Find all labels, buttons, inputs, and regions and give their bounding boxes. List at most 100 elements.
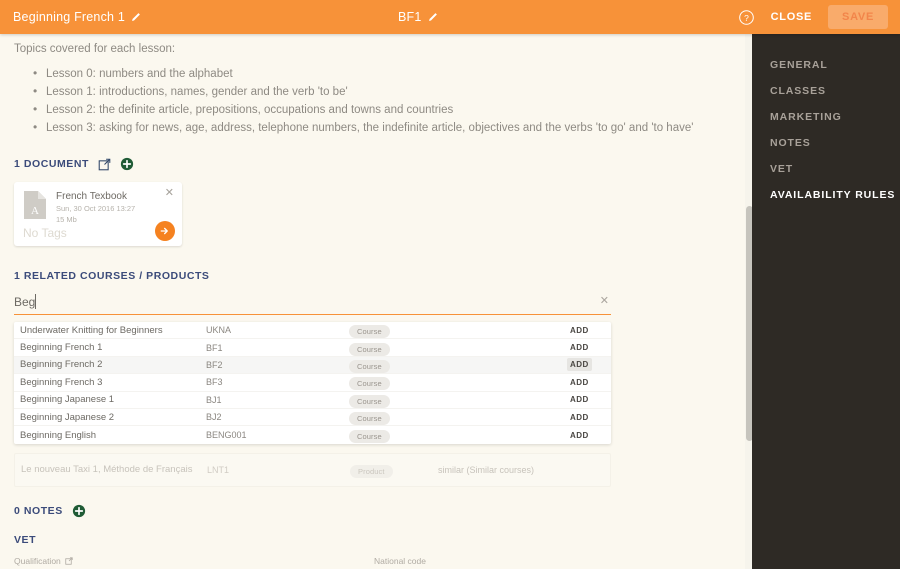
qualification-label-row: Qualification: [14, 556, 364, 566]
result-type: Course: [349, 426, 479, 444]
result-code: BJ2: [206, 412, 222, 423]
qualification-label: Qualification: [14, 555, 61, 566]
national-code-label: National code: [374, 555, 426, 566]
table-row[interactable]: Beginning French 3 BF3 Course ADD: [14, 373, 611, 392]
svg-text:A: A: [31, 205, 39, 217]
result-code: BJ1: [206, 394, 222, 405]
svg-text:?: ?: [744, 12, 749, 22]
result-code: BF3: [206, 377, 223, 388]
result-code: BF2: [206, 359, 223, 370]
document-date: Sun, 30 Oct 2016 13:27: [56, 204, 136, 213]
related-heading: 1 RELATED COURSES / PRODUCTS: [14, 270, 210, 282]
list-item: Lesson 2: the definite article, preposit…: [33, 100, 731, 119]
document-tags-placeholder[interactable]: No Tags: [23, 226, 67, 240]
sidebar-item-availability-rules[interactable]: AVAILABILITY RULES: [752, 182, 900, 208]
course-title-group[interactable]: Beginning French 1: [13, 10, 141, 24]
add-button[interactable]: ADD: [567, 413, 611, 422]
external-link-icon[interactable]: [65, 557, 73, 565]
document-meta: French Texbook Sun, 30 Oct 2016 13:27 15…: [56, 190, 135, 225]
table-row[interactable]: Underwater Knitting for Beginners UKNA C…: [14, 322, 611, 340]
status-badge: Course: [349, 394, 390, 408]
result-name: Beginning Japanese 2: [20, 411, 115, 423]
description-intro: Topics covered for each lesson:: [14, 43, 176, 55]
related-existing-type: Product: [350, 461, 438, 479]
status-badge: Product: [350, 464, 393, 478]
status-badge: Course: [349, 377, 390, 391]
edit-pencil-icon[interactable]: [427, 12, 438, 23]
share-arrow-icon[interactable]: [155, 221, 175, 241]
sidebar-item-vet[interactable]: VET: [752, 156, 900, 182]
table-row[interactable]: Beginning French 1 BF1 Course ADD: [14, 339, 611, 357]
plus-circle-icon[interactable]: [120, 157, 134, 171]
document-card[interactable]: A French Texbook Sun, 30 Oct 2016 13:27 …: [14, 182, 182, 246]
window-header: Beginning French 1 BF1 ? CLOSE SAVE: [0, 0, 900, 34]
result-name: Beginning Japanese 1: [20, 394, 115, 406]
document-card-body: A French Texbook Sun, 30 Oct 2016 13:27 …: [14, 182, 182, 225]
clear-search-icon[interactable]: ✕: [600, 294, 609, 307]
vet-left-column: Qualification No value: [14, 556, 364, 569]
main-scroll-pane: Topics covered for each lesson: Lesson 0…: [0, 34, 745, 569]
status-badge: Course: [349, 430, 390, 444]
pdf-file-icon: A: [23, 190, 47, 220]
add-button[interactable]: ADD: [567, 378, 611, 387]
notes-heading: 0 NOTES: [14, 504, 63, 517]
result-name: Beginning French 3: [20, 376, 103, 388]
sidebar-item-general[interactable]: GENERAL: [752, 52, 900, 78]
documents-section-header: 1 DOCUMENT: [14, 157, 731, 171]
vet-fields: Qualification No value: [14, 556, 611, 569]
list-item: Lesson 3: asking for news, age, address,…: [33, 118, 731, 137]
plus-circle-icon[interactable]: [72, 504, 86, 518]
result-type: Course: [349, 373, 479, 391]
text-caret: [35, 294, 36, 309]
course-title: Beginning French 1: [13, 10, 126, 24]
qualification-field: Qualification No value: [14, 556, 364, 569]
table-row[interactable]: Beginning English BENG001 Course ADD: [14, 426, 611, 444]
status-badge: Course: [349, 325, 390, 339]
result-code: BENG001: [206, 430, 247, 441]
table-row[interactable]: Beginning Japanese 2 BJ2 Course ADD: [14, 409, 611, 427]
result-name: Underwater Knitting for Beginners: [20, 324, 163, 336]
document-size: 15 Mb: [56, 215, 77, 224]
add-button[interactable]: ADD: [567, 326, 611, 335]
related-existing-relation: similar (Similar courses): [438, 464, 535, 475]
add-button[interactable]: ADD: [567, 431, 611, 440]
sidebar-item-marketing[interactable]: MARKETING: [752, 104, 900, 130]
result-name: Beginning English: [20, 429, 97, 441]
save-button[interactable]: SAVE: [828, 5, 888, 29]
related-section-header: 1 RELATED COURSES / PRODUCTS: [14, 270, 731, 282]
notes-section-header: 0 NOTES: [14, 504, 731, 518]
course-edit-window: Beginning French 1 BF1 ? CLOSE SAVE GENE…: [0, 0, 900, 569]
external-link-icon[interactable]: [98, 158, 111, 171]
lesson-topics-list: Lesson 0: numbers and the alphabet Lesso…: [14, 64, 731, 137]
result-code: UKNA: [206, 325, 232, 336]
result-code: BF1: [206, 342, 223, 353]
add-button[interactable]: ADD: [567, 358, 611, 372]
close-icon[interactable]: ✕: [165, 188, 174, 199]
result-type: Course: [349, 356, 479, 374]
document-name: French Texbook: [56, 191, 127, 202]
edit-pencil-icon[interactable]: [130, 12, 141, 23]
course-code-group[interactable]: BF1: [398, 10, 438, 24]
help-circle-icon[interactable]: ?: [738, 9, 755, 26]
related-existing-name: Le nouveau Taxi 1, Méthode de Français: [21, 464, 193, 476]
add-button[interactable]: ADD: [567, 395, 611, 404]
table-row[interactable]: Beginning French 2 BF2 Course ADD: [14, 356, 611, 375]
section-nav-sidebar: GENERAL CLASSES MARKETING NOTES VET AVAI…: [752, 34, 900, 569]
list-item: Lesson 0: numbers and the alphabet: [33, 64, 731, 83]
result-type: Course: [349, 391, 479, 409]
result-name: Beginning French 2: [20, 359, 103, 371]
add-button[interactable]: ADD: [567, 343, 611, 352]
sidebar-item-notes[interactable]: NOTES: [752, 130, 900, 156]
sidebar-item-classes[interactable]: CLASSES: [752, 78, 900, 104]
related-existing-code: LNT1: [207, 464, 230, 475]
course-form-content: Topics covered for each lesson: Lesson 0…: [0, 43, 745, 569]
result-name: Beginning French 1: [20, 342, 103, 354]
course-code: BF1: [398, 10, 422, 24]
table-row[interactable]: Beginning Japanese 1 BJ1 Course ADD: [14, 392, 611, 409]
related-existing-row[interactable]: Le nouveau Taxi 1, Méthode de Français L…: [14, 452, 611, 487]
related-search-input[interactable]: [14, 293, 611, 315]
result-type: Course: [349, 322, 479, 339]
related-search-results: Underwater Knitting for Beginners UKNA C…: [14, 322, 611, 444]
status-badge: Course: [349, 412, 390, 426]
close-button[interactable]: CLOSE: [769, 11, 814, 23]
